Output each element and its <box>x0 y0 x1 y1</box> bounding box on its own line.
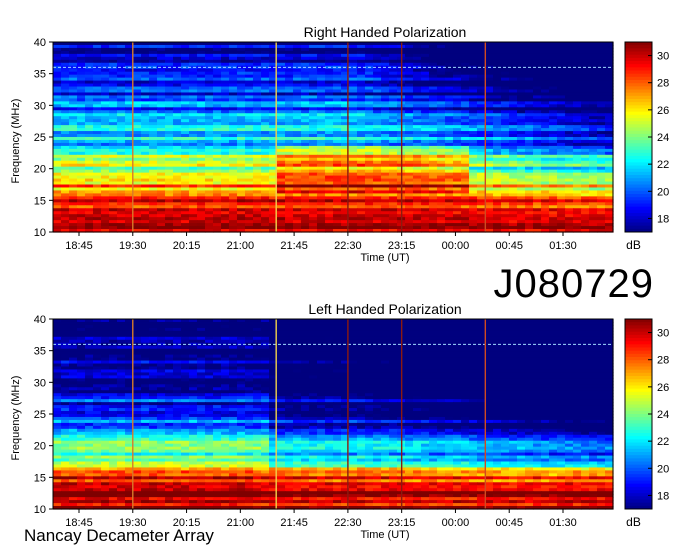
spectrogram-cells <box>53 42 614 233</box>
colorbar-step <box>625 225 652 230</box>
colorbar-tick-label: 28 <box>657 78 669 90</box>
colorbar: 18 20 22 24 26 28 30 dB <box>624 41 669 252</box>
colorbar-step <box>625 181 652 185</box>
y-tick-label: 35 <box>34 69 46 81</box>
colorbar-step <box>625 130 652 135</box>
colorbar-step <box>625 175 652 179</box>
colorbar-step <box>625 121 652 125</box>
colorbar-step <box>625 197 652 201</box>
colorbar-step <box>625 83 652 87</box>
colorbar-step <box>625 76 652 81</box>
colorbar-step <box>625 111 652 116</box>
colorbar-step <box>625 61 652 65</box>
colorbar-step <box>625 92 652 97</box>
colorbar-step <box>625 184 652 189</box>
y-tick-label: 40 <box>34 37 46 49</box>
colorbar-step <box>625 149 652 154</box>
colorbar-step <box>625 67 652 71</box>
colorbar-step <box>625 105 652 109</box>
colorbar-step <box>625 140 652 144</box>
x-tick-label: 18:45 <box>65 240 93 252</box>
colorbar-step <box>625 168 652 173</box>
colorbar-step <box>625 187 652 192</box>
x-tick-label: 21:00 <box>227 240 255 252</box>
colorbar-step <box>625 80 652 84</box>
x-tick-label: 00:45 <box>495 240 523 252</box>
colorbar-step <box>625 102 652 106</box>
y-axis-label: Frequency (MHz) <box>10 99 22 184</box>
colorbar-tick-label: 22 <box>657 159 669 171</box>
x-tick-label: 19:30 <box>119 240 147 252</box>
colorbar-label: dB <box>626 238 641 252</box>
x-tick-label: 20:15 <box>173 240 201 252</box>
colorbar-step <box>625 209 652 214</box>
y-tick-label: 30 <box>34 100 46 112</box>
colorbar-step <box>625 51 652 56</box>
colorbar-step <box>625 127 652 132</box>
colorbar-step <box>625 57 652 62</box>
colorbar-step <box>625 146 652 151</box>
spectrogram-panel-right: Right Handed Polarization 10 15 20 25 30 35 40 F… <box>10 24 669 264</box>
colorbar-step <box>625 203 652 208</box>
colorbar-step <box>625 86 652 90</box>
colorbar-step <box>625 54 652 59</box>
colorbar-step <box>625 213 652 217</box>
x-tick-label: 23:15 <box>388 240 416 252</box>
x-axis-label: Time (UT) <box>360 252 409 264</box>
colorbar-step <box>625 152 652 157</box>
colorbar-tick-label: 30 <box>657 51 669 63</box>
colorbar-step <box>625 42 652 46</box>
x-tick-label: 00:00 <box>442 240 470 252</box>
colorbar-step <box>625 222 652 227</box>
colorbar-step <box>625 114 652 119</box>
colorbar-tick-label: 18 <box>657 213 669 225</box>
colorbar-step <box>625 162 652 166</box>
y-tick-label: 10 <box>34 227 46 239</box>
colorbar-step <box>625 124 652 128</box>
x-tick-label: 01:30 <box>549 240 577 252</box>
y-tick-label: 15 <box>34 195 46 207</box>
colorbar-step <box>625 64 652 68</box>
colorbar-step <box>625 206 652 211</box>
colorbar-step <box>625 219 652 223</box>
colorbar-step <box>625 194 652 198</box>
colorbar-tick-label: 26 <box>657 105 669 117</box>
colorbar-step <box>625 171 652 176</box>
colorbar-step <box>625 137 652 141</box>
y-tick-label: 25 <box>34 132 46 144</box>
panel-title: Right Handed Polarization <box>304 24 467 40</box>
spectrogram-panel-left: Left Handed Polarization10152025303540Fr… <box>10 301 669 541</box>
colorbar-step <box>625 89 652 94</box>
colorbar-step <box>625 73 652 78</box>
colorbar-tick-label: 24 <box>657 132 669 144</box>
x-tick-label: 21:45 <box>280 240 308 252</box>
colorbar-step <box>625 108 652 113</box>
colorbar-step <box>625 99 652 103</box>
y-tick-label: 20 <box>34 164 46 176</box>
colorbar-step <box>625 200 652 204</box>
colorbar-step <box>625 178 652 182</box>
x-tick-label: 22:30 <box>334 240 362 252</box>
colorbar-tick-label: 20 <box>657 186 669 198</box>
colorbar-step <box>625 133 652 138</box>
colorbar-step <box>625 48 652 52</box>
colorbar-step <box>625 190 652 195</box>
colorbar-step <box>625 70 652 75</box>
colorbar-step <box>625 216 652 220</box>
colorbar-step <box>625 118 652 122</box>
colorbar-step <box>625 165 652 170</box>
colorbar-step <box>625 156 652 160</box>
colorbar-step <box>625 143 652 147</box>
colorbar-step <box>625 45 652 49</box>
spectrogram-cells <box>53 319 614 510</box>
colorbar-step <box>625 159 652 163</box>
colorbar-step <box>625 95 652 100</box>
